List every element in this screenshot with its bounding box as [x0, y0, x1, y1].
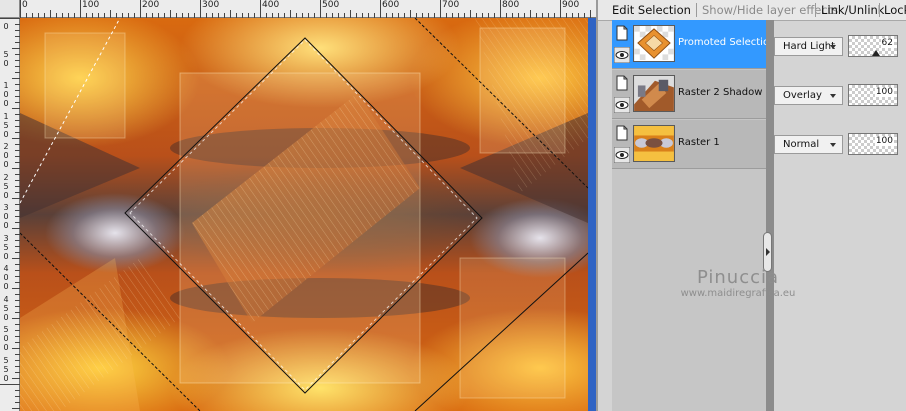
opacity-slider-raster-1[interactable]: 100 [848, 133, 898, 155]
blend-mode-value: Hard Light [783, 41, 836, 52]
ruler-label: 250 [3, 173, 9, 200]
layer-thumbnail [633, 125, 675, 162]
ruler-label: 800 [502, 0, 520, 10]
layer-name[interactable]: Promoted Selection [678, 37, 766, 48]
opacity-marker[interactable] [872, 50, 881, 56]
ruler-label: 100 [82, 0, 100, 10]
canvas-workspace[interactable]: 0 100 200 300 400 500 600 700 800 900 0 … [0, 0, 596, 411]
layer-row-raster-2-shadow[interactable]: Raster 2 Shadow 1 S [612, 70, 766, 119]
ruler-label: 600 [382, 0, 400, 10]
layers-palette: Edit Selection Show/Hide layer effects L… [596, 0, 906, 411]
blend-mode-dropdown-promoted-selection[interactable]: Hard Light [774, 37, 843, 56]
image-canvas[interactable] [20, 18, 588, 411]
dropdown-arrow-icon [830, 94, 836, 98]
edit-selection-button[interactable]: Edit Selection [612, 0, 691, 20]
layers-scrollbar[interactable] [766, 20, 774, 411]
ruler-label: 500 [322, 0, 340, 10]
horizontal-ruler: 0 100 200 300 400 500 600 700 800 900 [20, 0, 596, 18]
ruler-label: 500 [3, 325, 9, 352]
ruler-label: 450 [3, 295, 9, 322]
ruler-label: 300 [202, 0, 220, 10]
opacity-value: 100 [874, 136, 894, 146]
ruler-label: 200 [142, 0, 160, 10]
link-unlink-button[interactable]: Link/Unlink [821, 0, 884, 20]
document-icon[interactable] [615, 25, 629, 41]
lock-button[interactable]: Lock/ [884, 0, 906, 20]
artwork [20, 18, 588, 411]
eye-icon[interactable] [614, 147, 630, 163]
toolbar-divider [879, 3, 880, 17]
dropdown-arrow-icon [830, 45, 836, 49]
opacity-value: 62 [880, 38, 894, 48]
ruler-label: 350 [3, 234, 9, 261]
ruler-label: 400 [262, 0, 280, 10]
eye-icon[interactable] [614, 47, 630, 63]
ruler-label: 50 [3, 50, 9, 68]
ruler-label: 0 [3, 22, 9, 31]
blend-mode-value: Overlay [783, 90, 822, 101]
opacity-slider-promoted-selection[interactable]: 62 [848, 35, 898, 57]
watermark-name: Pinuccia [696, 267, 780, 288]
ruler-label: 0 [22, 0, 28, 10]
ruler-label: 300 [3, 203, 9, 230]
layers-toolbar: Edit Selection Show/Hide layer effects L… [598, 0, 906, 21]
opacity-value: 100 [874, 87, 894, 97]
ruler-label: 400 [3, 264, 9, 291]
document-icon[interactable] [615, 75, 629, 91]
layer-icons [613, 125, 631, 165]
opacity-slider-raster-2-shadow[interactable]: 100 [848, 84, 898, 106]
layer-icons [613, 75, 631, 115]
ruler-label: 150 [3, 112, 9, 139]
layer-row-raster-1[interactable]: Raster 1 [612, 120, 766, 169]
layer-name[interactable]: Raster 1 [678, 137, 766, 148]
watermark: Pinuccia www.maidiregrafica.eu [638, 268, 838, 300]
layer-thumbnail [633, 75, 675, 112]
show-hide-layer-effects-button[interactable]: Show/Hide layer effects [702, 0, 838, 20]
dropdown-arrow-icon [830, 143, 836, 147]
layer-row-promoted-selection[interactable]: Promoted Selection [612, 20, 766, 69]
ruler-label: 200 [3, 142, 9, 169]
layer-name[interactable]: Raster 2 Shadow 1 S [678, 87, 766, 98]
blend-mode-dropdown-raster-1[interactable]: Normal [774, 135, 843, 154]
ruler-label: 900 [562, 0, 580, 10]
eye-icon[interactable] [614, 97, 630, 113]
ruler-corner [0, 0, 20, 18]
toolbar-divider [815, 3, 816, 17]
ruler-label: 550 [3, 356, 9, 383]
document-icon[interactable] [615, 125, 629, 141]
toolbar-divider [696, 3, 697, 17]
blend-mode-value: Normal [783, 139, 820, 150]
blend-mode-dropdown-raster-2-shadow[interactable]: Overlay [774, 86, 843, 105]
layer-icons [613, 25, 631, 65]
palette-collapse-handle[interactable] [763, 232, 772, 272]
layers-list: Promoted Selection Raster 2 Shadow 1 S [612, 20, 766, 411]
canvas-scrollbar[interactable] [588, 18, 596, 411]
ruler-label: 700 [442, 0, 460, 10]
layer-thumbnail [633, 25, 675, 62]
vertical-ruler: 0 50 100 150 200 250 300 350 400 450 500… [0, 18, 20, 411]
collapse-arrow-icon [766, 248, 770, 256]
ruler-label: 100 [3, 81, 9, 108]
watermark-url: www.maidiregrafica.eu [680, 288, 796, 299]
